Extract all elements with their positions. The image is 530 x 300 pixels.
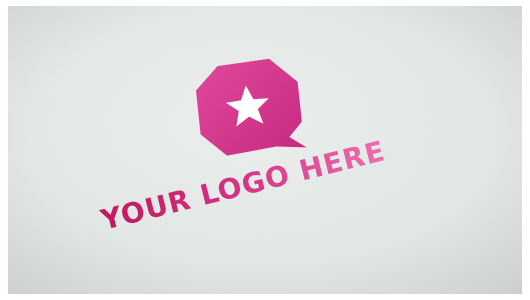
- logo-mockup: YOUR LOGO HERE: [97, 58, 389, 237]
- paper-background: YOUR LOGO HERE: [8, 6, 522, 294]
- image-frame: YOUR LOGO HERE: [0, 0, 530, 300]
- speech-bubble-star-icon: [195, 58, 307, 156]
